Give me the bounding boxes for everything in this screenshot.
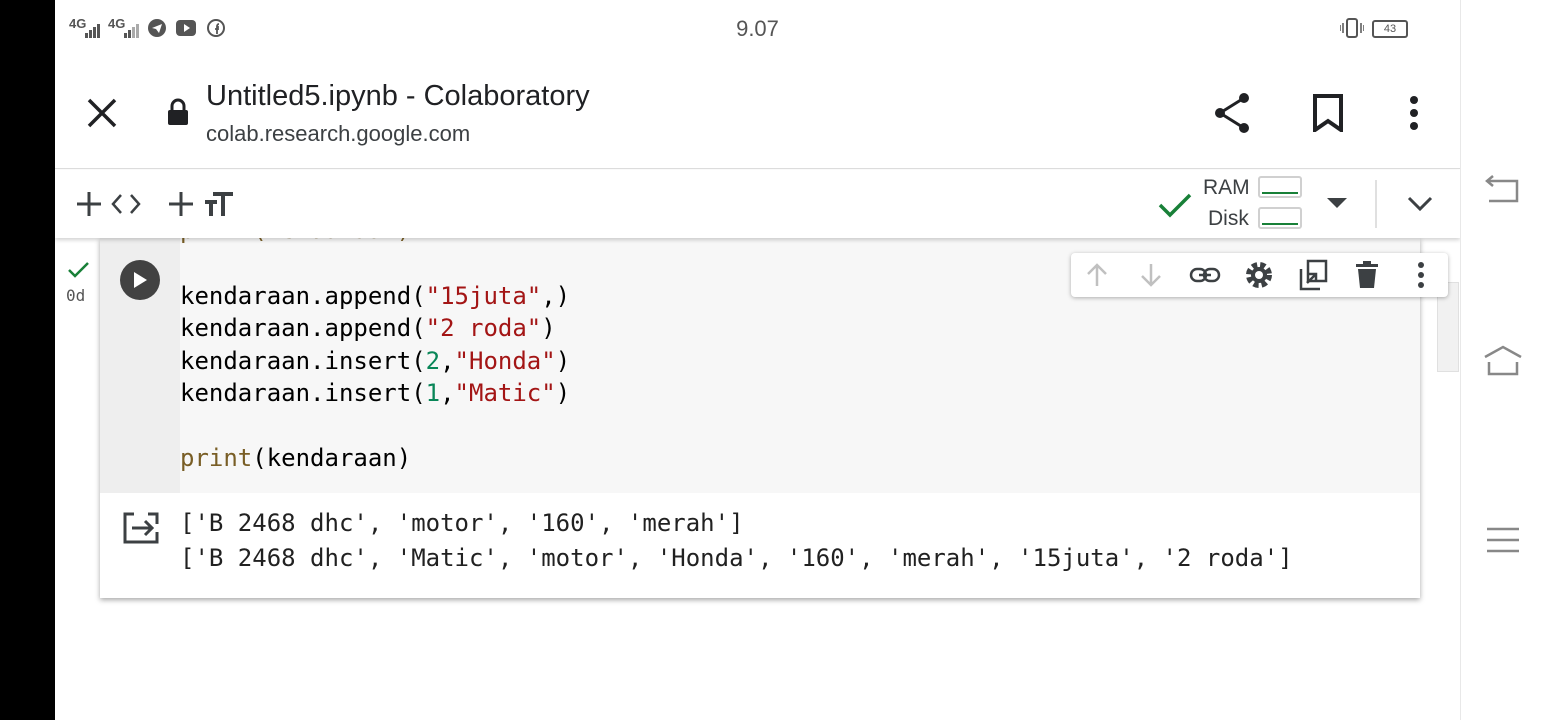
execution-time: 0d — [66, 286, 86, 305]
move-cell-up-button[interactable] — [1081, 260, 1113, 290]
code-line: kendaraan.append("2 roda") — [180, 314, 556, 342]
code-token: 1 — [425, 379, 441, 408]
output-exit-icon — [123, 512, 159, 544]
collapse-toolbar-button[interactable] — [1402, 188, 1438, 220]
ram-meter — [1258, 176, 1302, 198]
notebook-area: 0d print(kendaraan) kendaraan.append("15… — [55, 216, 1460, 720]
code-token: , — [440, 346, 455, 375]
add-code-icon — [77, 192, 141, 216]
android-nav-bar — [1460, 0, 1544, 720]
status-bar: 4G 4G 9.07 43 — [55, 0, 1460, 56]
toolbar-divider — [1375, 180, 1377, 228]
code-token: ,) — [541, 282, 571, 310]
page-url[interactable]: colab.research.google.com — [206, 121, 470, 147]
share-icon — [1215, 93, 1249, 133]
vibrate-icon — [1340, 18, 1364, 38]
code-token: kendaraan.append( — [180, 282, 426, 310]
trash-icon — [1356, 261, 1378, 288]
run-success-check-icon — [68, 262, 89, 278]
share-button[interactable] — [1211, 92, 1253, 134]
code-line: kendaraan.append("15juta",) — [180, 282, 570, 310]
copy-cell-link-button[interactable] — [1189, 260, 1221, 290]
code-token: print — [180, 444, 253, 472]
add-text-cell-button[interactable] — [167, 188, 237, 220]
bookmark-button[interactable] — [1307, 92, 1349, 134]
link-icon — [1189, 267, 1221, 283]
add-code-cell-button[interactable] — [75, 188, 145, 220]
code-token: "Honda" — [454, 346, 556, 375]
code-token: (kendaraan) — [252, 444, 412, 472]
code-token: kendaraan.insert( — [180, 379, 426, 408]
code-token: "15juta" — [425, 282, 542, 310]
code-token: ) — [541, 314, 556, 343]
run-cell-button[interactable] — [120, 260, 160, 300]
recents-button[interactable] — [1481, 518, 1525, 562]
left-bezel — [0, 0, 55, 720]
code-token: ) — [555, 379, 571, 408]
more-vert-icon — [1410, 96, 1418, 130]
ram-label: RAM — [1203, 176, 1250, 199]
browser-menu-button[interactable] — [1393, 92, 1435, 134]
code-token: "2 roda" — [425, 314, 542, 343]
connected-check-icon — [1158, 193, 1192, 218]
cell-output: ['B 2468 dhc', 'motor', '160', 'merah'] [… — [100, 493, 1420, 598]
phone-screen: 4G 4G 9.07 43 Untitled5.ipynb - Colabora… — [55, 0, 1460, 720]
move-cell-down-button[interactable] — [1135, 260, 1167, 290]
output-line: ['B 2468 dhc', 'motor', '160', 'merah'] — [180, 509, 744, 537]
home-icon — [1484, 345, 1522, 376]
battery-icon: 43 — [1372, 20, 1408, 38]
add-text-icon — [169, 192, 233, 216]
browser-bar: Untitled5.ipynb - Colaboratory colab.res… — [55, 56, 1460, 169]
close-tab-button[interactable] — [81, 92, 123, 134]
triangle-down-icon — [1327, 198, 1347, 208]
home-button[interactable] — [1481, 338, 1525, 382]
runtime-dropdown-button[interactable] — [1317, 190, 1357, 218]
cell-gutter — [100, 238, 180, 493]
code-token: "Matic" — [454, 379, 556, 408]
cell-more-button[interactable] — [1405, 260, 1437, 290]
clock: 9.07 — [736, 16, 779, 41]
code-token: , — [440, 379, 455, 408]
close-icon — [87, 98, 117, 128]
more-vert-icon — [1418, 262, 1424, 288]
code-token: 2 — [425, 346, 441, 375]
colab-toolbar: RAM Disk — [55, 170, 1460, 238]
chevron-down-icon — [1407, 196, 1433, 212]
bookmark-icon — [1313, 94, 1343, 132]
cell-settings-button[interactable] — [1243, 260, 1275, 290]
output-line: ['B 2468 dhc', 'Matic', 'motor', 'Honda'… — [180, 544, 1293, 572]
arrow-down-icon — [1141, 264, 1161, 287]
mirror-tab-icon — [1299, 259, 1328, 291]
lock-icon — [168, 98, 188, 125]
disk-label: Disk — [1208, 207, 1249, 230]
back-button[interactable] — [1481, 168, 1525, 212]
delete-cell-button[interactable] — [1351, 260, 1383, 290]
cell-action-toolbar — [1071, 253, 1448, 297]
play-icon — [134, 272, 147, 288]
arrow-up-icon — [1087, 263, 1107, 286]
back-icon — [1485, 175, 1519, 203]
code-token: kendaraan.append( — [180, 314, 426, 343]
menu-lines-icon — [1487, 527, 1519, 553]
page-title: Untitled5.ipynb - Colaboratory — [206, 80, 590, 112]
code-line: kendaraan.insert(2,"Honda") — [180, 347, 570, 375]
code-token: kendaraan.insert( — [180, 346, 426, 375]
gear-icon — [1246, 262, 1272, 288]
code-cell[interactable]: print(kendaraan) kendaraan.append("15jut… — [100, 216, 1448, 598]
code-line: print(kendaraan) — [180, 444, 411, 472]
code-line: kendaraan.insert(1,"Matic") — [180, 379, 570, 407]
output-actions-button[interactable] — [122, 510, 160, 544]
mirror-cell-button[interactable] — [1297, 259, 1329, 291]
disk-meter — [1258, 207, 1302, 229]
code-token: ) — [555, 346, 571, 375]
